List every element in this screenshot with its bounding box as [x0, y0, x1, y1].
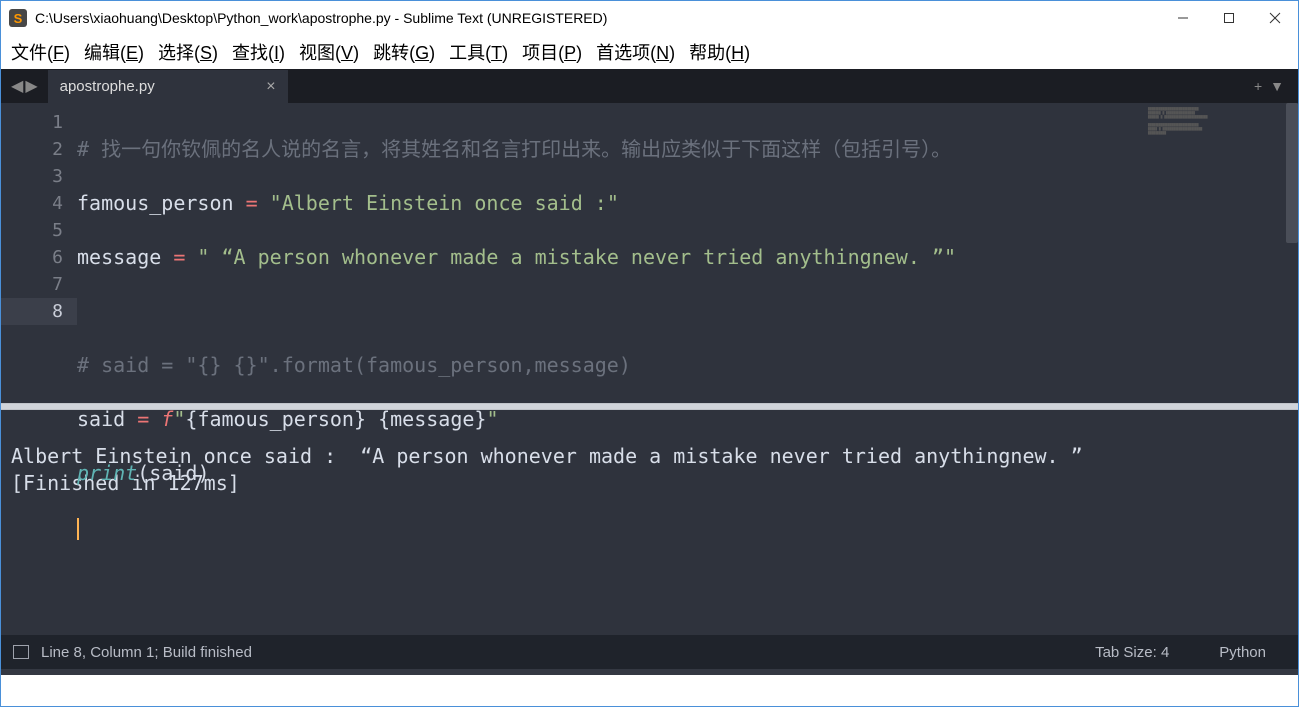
close-button[interactable]	[1252, 1, 1298, 35]
code-line-2: famous_person = "Albert Einstein once sa…	[77, 190, 1146, 217]
maximize-button[interactable]	[1206, 1, 1252, 35]
text-cursor	[77, 518, 79, 540]
tab-row: ◀ ▶ apostrophe.py × + ▼	[1, 69, 1298, 103]
status-language[interactable]: Python	[1219, 644, 1266, 661]
title-bar: S C:\Users\xiaohuang\Desktop\Python_work…	[1, 1, 1298, 35]
editor-scrollbar[interactable]	[1286, 103, 1298, 403]
code-line-3: message = " “A person whonever made a mi…	[77, 244, 1146, 271]
arrow-left-icon[interactable]: ◀	[11, 76, 23, 96]
code-area[interactable]: # 找一句你钦佩的名人说的名言，将其姓名和名言打印出来。输出应类似于下面这样（包…	[77, 103, 1146, 403]
tab-nav-arrows[interactable]: ◀ ▶	[11, 69, 38, 103]
menu-find[interactable]: 查找(I)	[232, 39, 285, 65]
arrow-right-icon[interactable]: ▶	[25, 76, 37, 96]
app-icon: S	[9, 9, 27, 27]
minimize-button[interactable]	[1160, 1, 1206, 35]
tab-dropdown-icon[interactable]: ▼	[1270, 78, 1284, 94]
tab-active[interactable]: apostrophe.py ×	[48, 70, 288, 103]
code-line-8	[77, 514, 1146, 541]
scrollbar-thumb[interactable]	[1286, 103, 1298, 243]
menu-view[interactable]: 视图(V)	[299, 39, 359, 65]
code-line-1: # 找一句你钦佩的名人说的名言，将其姓名和名言打印出来。输出应类似于下面这样（包…	[77, 137, 951, 161]
code-line-7: print(said)	[77, 460, 1146, 487]
menu-goto[interactable]: 跳转(G)	[373, 39, 435, 65]
menu-prefs[interactable]: 首选项(N)	[596, 39, 675, 65]
status-bar: Line 8, Column 1; Build finished Tab Siz…	[1, 635, 1298, 669]
window-title: C:\Users\xiaohuang\Desktop\Python_work\a…	[35, 10, 607, 26]
new-tab-icon[interactable]: +	[1254, 78, 1262, 94]
panel-toggle-icon[interactable]	[13, 645, 29, 659]
menu-select[interactable]: 选择(S)	[158, 39, 218, 65]
minimap[interactable]: ████████████████████████████ ███████ █ █…	[1146, 103, 1286, 403]
code-line-6: said = f"{famous_person} {message}"	[77, 406, 1146, 433]
menu-project[interactable]: 项目(P)	[522, 39, 582, 65]
tab-close-icon[interactable]: ×	[266, 78, 275, 96]
footer-border	[1, 669, 1298, 675]
menu-edit[interactable]: 编辑(E)	[84, 39, 144, 65]
menu-file[interactable]: 文件(F)	[11, 39, 70, 65]
menu-bar: 文件(F) 编辑(E) 选择(S) 查找(I) 视图(V) 跳转(G) 工具(T…	[1, 35, 1298, 69]
status-left: Line 8, Column 1; Build finished	[41, 644, 252, 661]
code-line-5: # said = "{} {}".format(famous_person,me…	[77, 352, 1146, 379]
menu-tools[interactable]: 工具(T)	[449, 39, 508, 65]
code-line-4	[77, 298, 1146, 325]
menu-help[interactable]: 帮助(H)	[689, 39, 750, 65]
status-tab-size[interactable]: Tab Size: 4	[1095, 644, 1169, 661]
line-gutter: 1 2 3 4 5 6 7 8	[1, 103, 77, 403]
editor[interactable]: 1 2 3 4 5 6 7 8 # 找一句你钦佩的名人说的名言，将其姓名和名言打…	[1, 103, 1298, 403]
tab-label: apostrophe.py	[60, 78, 155, 95]
